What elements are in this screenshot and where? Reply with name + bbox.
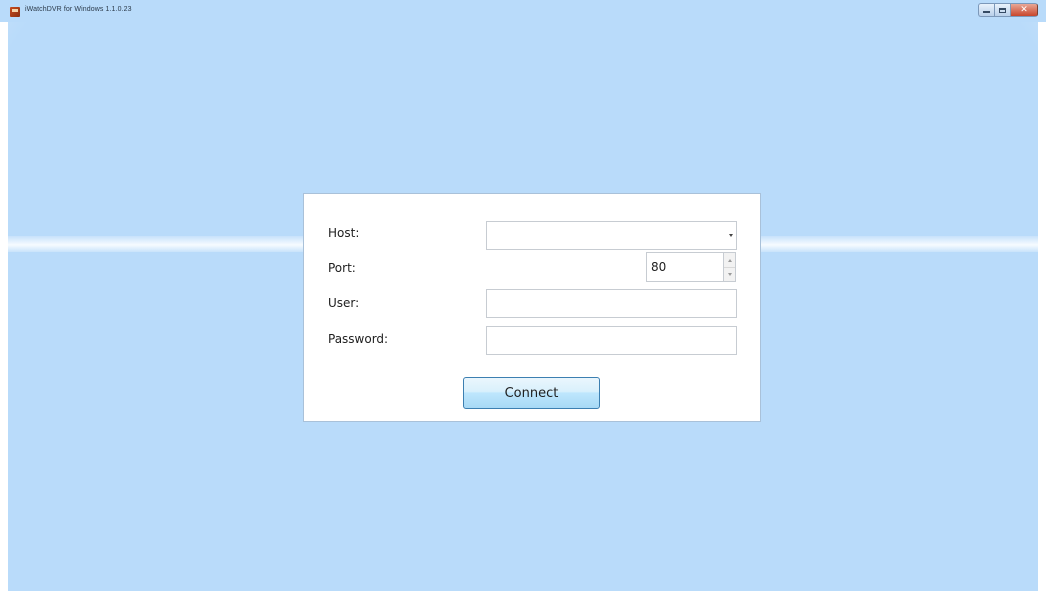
- window-title: iWatchDVR for Windows 1.1.0.23: [25, 6, 132, 13]
- app-logo-icon: [10, 7, 20, 17]
- minimize-button[interactable]: [978, 3, 994, 17]
- arrow-up-icon: [727, 258, 732, 262]
- port-label: Port:: [328, 261, 356, 275]
- spin-up-button[interactable]: [724, 253, 735, 268]
- user-label: User:: [328, 296, 360, 310]
- arrow-down-icon: [727, 272, 732, 276]
- host-combobox[interactable]: [486, 221, 737, 250]
- window-controls: ✕: [978, 3, 1038, 17]
- login-panel: Host: Port: 80 User: Password: Connect: [303, 193, 761, 422]
- title-bar[interactable]: iWatchDVR for Windows 1.1.0.23 ✕: [0, 0, 1046, 22]
- maximize-icon: [999, 7, 1006, 13]
- password-input[interactable]: [486, 326, 737, 355]
- connect-button[interactable]: Connect: [463, 377, 600, 409]
- host-label: Host:: [328, 226, 360, 240]
- chevron-down-icon[interactable]: [729, 234, 733, 237]
- port-spinner: [723, 252, 736, 282]
- minimize-icon: [983, 11, 990, 13]
- maximize-button[interactable]: [994, 3, 1010, 17]
- spin-down-button[interactable]: [724, 267, 735, 281]
- password-label: Password:: [328, 332, 389, 346]
- port-input[interactable]: 80: [646, 252, 723, 282]
- app-window: iWatchDVR for Windows 1.1.0.23 ✕ Host: P…: [0, 0, 1046, 591]
- close-icon: ✕: [1020, 4, 1028, 15]
- port-value: 80: [651, 260, 667, 274]
- user-input[interactable]: [486, 289, 737, 318]
- close-button[interactable]: ✕: [1010, 3, 1038, 17]
